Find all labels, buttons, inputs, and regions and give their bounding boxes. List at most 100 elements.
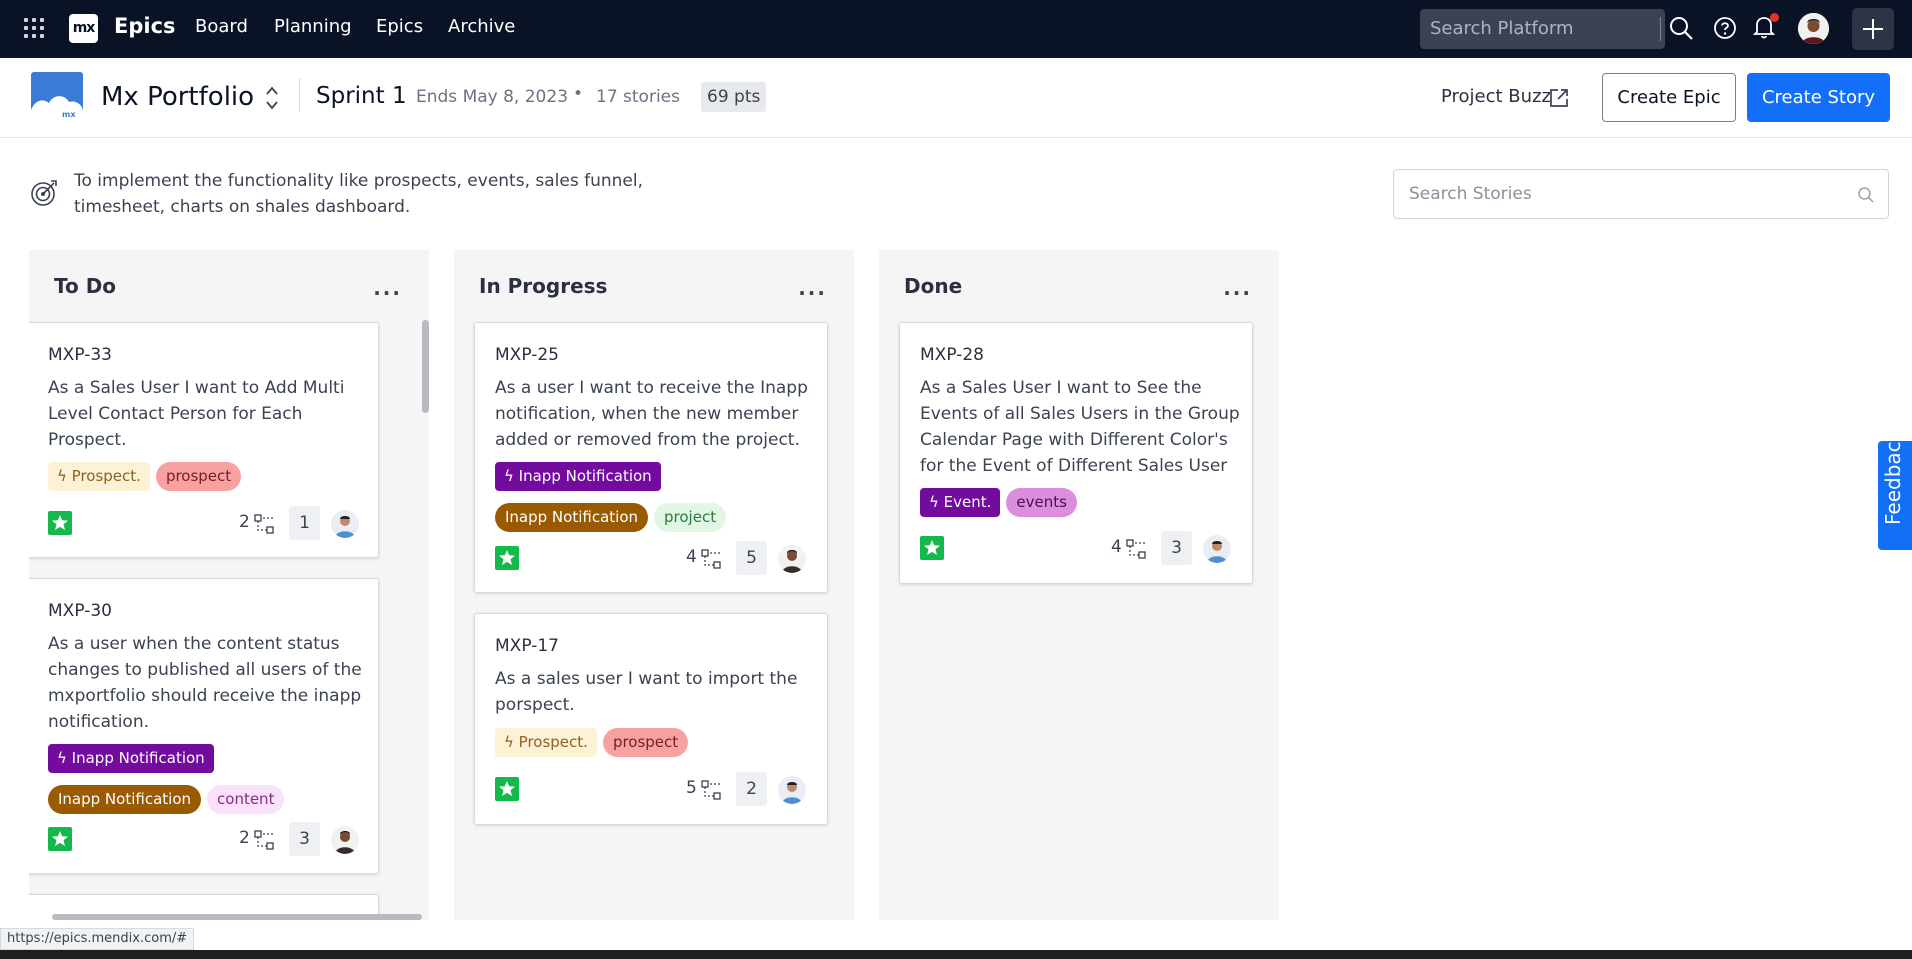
create-story-button[interactable]: Create Story xyxy=(1747,73,1890,122)
story-points: 5 xyxy=(736,541,767,575)
sprint-points-badge: 69 pts xyxy=(701,82,767,112)
story-footer: 5 2 xyxy=(495,772,815,806)
epic-tag-label: Prospect. xyxy=(71,467,141,485)
column-title: In Progress xyxy=(479,274,608,298)
epic-tag-label: Inapp Notification xyxy=(71,749,205,767)
divider xyxy=(1660,17,1661,41)
label-tag[interactable]: prospect xyxy=(155,462,242,491)
story-type-star-icon xyxy=(495,777,519,801)
subtask-count: 2 xyxy=(239,828,250,848)
lightning-icon: ϟ xyxy=(929,493,944,511)
story-footer: 4 5 xyxy=(495,541,815,575)
user-avatar[interactable] xyxy=(1798,13,1829,44)
label-tag[interactable]: content xyxy=(207,785,285,814)
help-icon[interactable] xyxy=(1713,16,1737,40)
lightning-icon: ϟ xyxy=(504,467,519,485)
label-tag[interactable]: Inapp Notification xyxy=(495,503,649,532)
story-search-input[interactable]: Search Stories xyxy=(1393,169,1889,219)
project-buzz-link[interactable]: Project Buzz xyxy=(1441,86,1551,107)
story-card[interactable]: MXP-17 As a sales user I want to import … xyxy=(474,613,828,825)
column-menu-button[interactable]: ··· xyxy=(373,281,402,305)
board-horizontal-scrollbar[interactable] xyxy=(52,914,422,920)
assignee-avatar[interactable] xyxy=(1203,535,1231,563)
project-logo: mx xyxy=(31,72,83,120)
story-search-placeholder: Search Stories xyxy=(1409,184,1532,204)
story-id[interactable]: MXP-28 xyxy=(920,345,984,365)
divider xyxy=(299,78,300,112)
story-title: As a user when the content status change… xyxy=(48,634,362,732)
epic-tag[interactable]: ϟ Inapp Notification xyxy=(495,462,661,491)
status-bar-url: https://epics.mendix.com/# xyxy=(0,928,195,950)
plus-icon xyxy=(1863,19,1883,39)
epic-tag[interactable]: ϟ Prospect. xyxy=(48,462,150,491)
app-name: Epics xyxy=(114,14,176,38)
chevron-updown-icon[interactable] xyxy=(264,84,280,112)
story-card[interactable]: MXP-33 As a Sales User I want to Add Mul… xyxy=(29,322,379,558)
column-menu-button[interactable]: ··· xyxy=(1223,281,1252,305)
assignee-avatar[interactable] xyxy=(331,826,359,854)
epic-tag[interactable]: ϟ Prospect. xyxy=(495,728,597,757)
epic-tag[interactable]: ϟ Event. xyxy=(920,488,1001,517)
story-count: 17 stories xyxy=(596,87,680,107)
nav-board[interactable]: Board xyxy=(195,16,248,37)
subtask-icon xyxy=(701,549,721,569)
story-id[interactable]: MXP-30 xyxy=(48,601,112,621)
story-card[interactable]: MXP-25 As a user I want to receive the I… xyxy=(474,322,828,593)
story-id[interactable]: MXP-25 xyxy=(495,345,559,365)
epic-tag-label: Prospect. xyxy=(518,733,588,751)
search-icon[interactable] xyxy=(1857,186,1875,204)
nav-archive[interactable]: Archive xyxy=(448,16,515,37)
assignee-avatar[interactable] xyxy=(778,776,806,804)
label-tag[interactable]: Inapp Notification xyxy=(48,785,202,814)
story-type-star-icon xyxy=(920,536,944,560)
story-footer: 2 1 xyxy=(48,506,368,540)
lightning-icon: ϟ xyxy=(57,749,72,767)
story-id[interactable]: MXP-17 xyxy=(495,636,559,656)
story-footer: 2 3 xyxy=(48,822,368,856)
assignee-avatar[interactable] xyxy=(331,510,359,538)
story-title: As a sales user I want to import the por… xyxy=(495,669,798,715)
project-name: Mx Portfolio xyxy=(101,82,255,112)
label-tag[interactable]: prospect xyxy=(602,728,689,757)
column-vertical-scrollbar[interactable] xyxy=(422,320,429,413)
story-id[interactable]: MXP-33 xyxy=(48,345,112,365)
nav-planning[interactable]: Planning xyxy=(274,16,352,37)
epic-tag[interactable]: ϟ Inapp Notification xyxy=(48,744,214,773)
subtask-count: 2 xyxy=(239,512,250,532)
story-tags: ϟ Inapp Notification Inapp Notification … xyxy=(495,462,815,532)
subtask-count: 4 xyxy=(1111,537,1122,557)
feedback-tab[interactable]: Feedback xyxy=(1878,430,1912,550)
mendix-logo[interactable]: mx xyxy=(69,14,98,43)
subtask-icon xyxy=(254,830,274,850)
bullet-separator: • xyxy=(573,84,584,104)
search-icon[interactable] xyxy=(1668,15,1694,41)
subtask-icon xyxy=(254,514,274,534)
label-tag[interactable]: project xyxy=(654,503,727,532)
create-epic-button[interactable]: Create Epic xyxy=(1602,73,1736,122)
story-card[interactable]: MXP-30 As a user when the content status… xyxy=(29,578,379,874)
label-tag[interactable]: events xyxy=(1006,488,1077,517)
sprint-end-date: Ends May 8, 2023 xyxy=(416,87,569,107)
story-tags: ϟ Inapp Notification Inapp Notification … xyxy=(48,744,368,814)
nav-epics[interactable]: Epics xyxy=(376,16,423,37)
assignee-avatar[interactable] xyxy=(778,545,806,573)
story-card[interactable]: MXP-28 As a Sales User I want to See the… xyxy=(899,322,1253,584)
target-icon xyxy=(31,180,57,206)
column-menu-button[interactable]: ··· xyxy=(798,281,827,305)
platform-search-input[interactable]: Search Platform xyxy=(1420,9,1665,49)
feedback-label: Feedback xyxy=(1881,429,1905,525)
story-tags: ϟ Event. events xyxy=(920,488,1240,517)
lightning-icon: ϟ xyxy=(504,733,519,751)
apps-grid-icon[interactable] xyxy=(24,18,44,38)
story-title: As a Sales User I want to See the Events… xyxy=(920,378,1240,476)
story-title: As a Sales User I want to Add Multi Leve… xyxy=(48,378,345,450)
story-title: As a user I want to receive the Inapp no… xyxy=(495,378,808,450)
subtask-count: 5 xyxy=(686,778,697,798)
create-plus-button[interactable] xyxy=(1852,8,1894,50)
external-link-icon[interactable] xyxy=(1548,87,1570,109)
sprint-name: Sprint 1 xyxy=(316,83,407,109)
epic-tag-label: Event. xyxy=(943,493,992,511)
column-in-progress: In Progress ··· MXP-25 As a user I want … xyxy=(454,250,854,920)
story-tags: ϟ Prospect. prospect xyxy=(48,462,368,491)
lightning-icon: ϟ xyxy=(57,467,72,485)
